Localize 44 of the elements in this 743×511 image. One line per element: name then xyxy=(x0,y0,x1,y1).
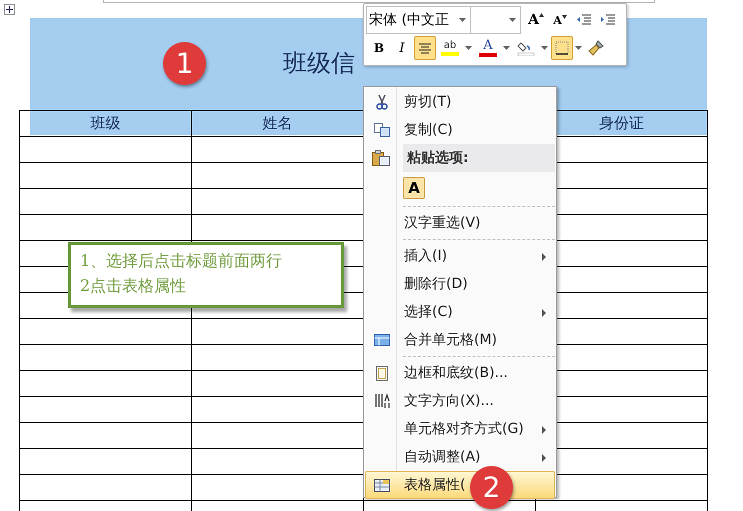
center-align-button[interactable] xyxy=(414,36,436,60)
table-title: 班级信 xyxy=(283,51,355,75)
indent-icon xyxy=(601,14,615,26)
dropdown-caret-icon[interactable] xyxy=(541,46,548,50)
menu-item[interactable]: 边框和底纹(B)... xyxy=(365,359,555,387)
dropdown-caret-icon[interactable] xyxy=(459,18,466,22)
table-properties-icon xyxy=(374,478,390,492)
center-align-icon xyxy=(419,42,431,54)
page-icon xyxy=(376,366,388,380)
menu-item[interactable]: 汉字重选(V) xyxy=(365,209,555,237)
text-direction-icon xyxy=(374,393,390,409)
dropdown-caret-icon[interactable] xyxy=(575,46,582,50)
menu-item[interactable]: 单元格对齐方式(G) xyxy=(365,415,555,443)
dropdown-caret-icon[interactable] xyxy=(509,18,516,22)
down-triangle-icon xyxy=(562,14,567,18)
highlight-button[interactable]: ab xyxy=(437,36,463,60)
dropdown-caret-icon[interactable] xyxy=(503,46,510,50)
borders-icon xyxy=(555,41,569,55)
outdent-icon xyxy=(577,14,591,26)
font-name-field[interactable]: 宋体 (中文正 xyxy=(366,6,471,34)
table-icon xyxy=(374,334,390,346)
italic-button[interactable]: I xyxy=(391,36,413,60)
up-triangle-icon xyxy=(538,13,544,17)
menu-item[interactable]: 选择(C) xyxy=(365,298,555,326)
paste-text-only-button[interactable]: A xyxy=(403,177,425,199)
scissors-icon xyxy=(375,94,389,110)
note-text: 1、选择后点击标题前面两行 xyxy=(80,250,284,272)
move-handle-icon[interactable] xyxy=(4,4,15,15)
borders-button[interactable] xyxy=(551,36,573,60)
font-size-field[interactable] xyxy=(471,6,521,34)
menu-item[interactable]: 插入(I) xyxy=(365,242,555,270)
clipboard-icon xyxy=(372,150,390,166)
font-color-button[interactable]: A xyxy=(475,36,501,60)
copy-icon xyxy=(374,123,390,137)
brush-icon xyxy=(588,40,604,56)
note-text: 2点击表格属性 xyxy=(80,275,188,297)
dropdown-caret-icon[interactable] xyxy=(465,46,472,50)
bold-button[interactable]: B xyxy=(368,36,390,60)
menu-item[interactable]: 文字方向(X)... xyxy=(365,387,555,415)
shrink-font-button[interactable]: A xyxy=(549,8,571,32)
paint-bucket-icon xyxy=(517,40,535,56)
menu-item[interactable]: 合并单元格(M) xyxy=(365,326,555,354)
grow-font-button[interactable]: A xyxy=(525,8,547,32)
menu-item[interactable]: 删除行(D) xyxy=(365,270,555,298)
